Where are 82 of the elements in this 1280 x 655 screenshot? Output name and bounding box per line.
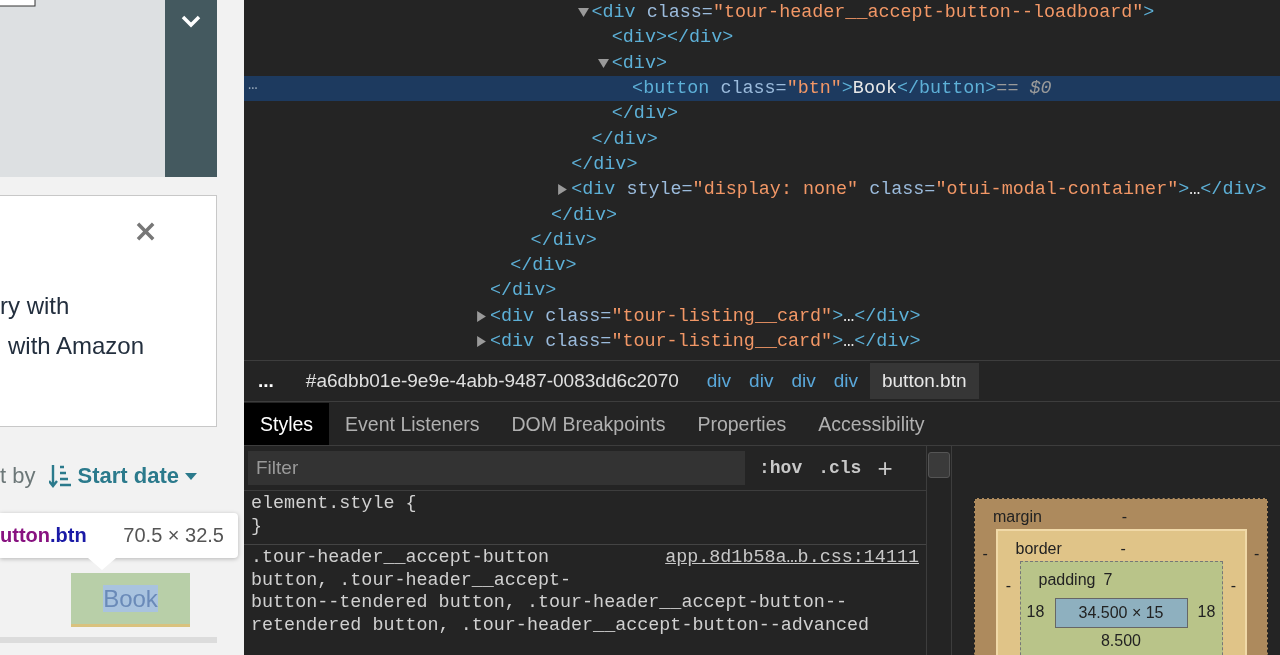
caret-icon (184, 472, 197, 480)
style-rule-text: element.style { (251, 493, 418, 516)
dom-row[interactable]: <div style="display: none" class="otui-modal-container">…</div> (244, 177, 1280, 203)
breadcrumb-item[interactable]: button.btn (870, 363, 979, 399)
rule-selector: button--tendered button, .tour-header__accept-button-- (251, 592, 848, 615)
class-toggle[interactable]: .cls (816, 458, 864, 478)
dom-row[interactable]: </div> (244, 202, 1280, 228)
box-value: 18 (1025, 602, 1046, 621)
dom-code: <div class="tour-listing__card">…</div> (490, 331, 921, 352)
dom-code: <button class="btn">Book</button>== $0 (632, 78, 1052, 100)
box-value: - (1004, 576, 1013, 595)
box-label: padding (1038, 571, 1096, 589)
card-text: ry with (0, 291, 71, 321)
collapsed-triangle-icon[interactable] (476, 336, 487, 347)
new-rule-button[interactable]: + (875, 452, 895, 484)
panel-tab[interactable]: Properties (681, 403, 803, 445)
box-label: margin (993, 508, 1042, 526)
breadcrumb-more[interactable]: ... (252, 363, 280, 399)
dom-code: <div></div> (611, 27, 734, 49)
collapsed-triangle-icon[interactable] (476, 310, 487, 322)
dom-row[interactable]: <div class="tour-header__accept-button--loadboard"> (244, 0, 1280, 26)
dom-row[interactable]: </div> (244, 227, 1280, 253)
rule-selector: retendered button, .tour-header__accept-button--advanced (251, 614, 871, 637)
dom-code: </div> (571, 153, 638, 175)
dom-code: </div> (530, 229, 597, 251)
breadcrumb-item[interactable]: #a6dbb01e-9e9e-4abb-9487-0083dd6c2070 (299, 363, 685, 399)
more-icon[interactable]: … (248, 75, 258, 94)
box-value: - (1120, 540, 1126, 558)
panel-tab[interactable]: Styles (244, 403, 330, 445)
source-link[interactable]: app.8d1b58a…b.css:14111 (665, 547, 919, 570)
dom-code: <div class="tour-header__accept-button--loadboard"> (591, 2, 1155, 24)
style-rule-text: } (251, 515, 264, 538)
hover-state-toggle[interactable]: :hov (757, 458, 805, 478)
dom-code: <div class="tour-listing__card">…</div> (490, 305, 921, 327)
box-value: 7 (1103, 571, 1113, 589)
dom-row[interactable]: </div> (244, 252, 1280, 279)
collapsed-triangle-icon[interactable] (557, 184, 569, 196)
box-value: 18 (1196, 602, 1217, 621)
dom-code: </div> (591, 128, 658, 150)
dom-row[interactable]: <div class="tour-listing__card">…</div> (244, 328, 1280, 355)
box-value: - (1253, 544, 1261, 563)
breadcrumb-item[interactable]: div (743, 363, 780, 399)
rule-selector: .tour-header__accept-button (251, 547, 549, 570)
close-button[interactable]: × (133, 216, 159, 246)
dom-code: </div> (510, 255, 577, 277)
breadcrumb-item[interactable]: div (700, 363, 738, 399)
dom-row[interactable]: </div> (244, 151, 1280, 178)
card-text: with Amazon (7, 331, 146, 361)
sort-label: t by (0, 463, 36, 489)
sort-icon (49, 464, 72, 488)
box-value: - (1229, 576, 1238, 595)
selected-dom-row[interactable]: … <button class="btn">Book</button>== $0 (244, 75, 1280, 102)
box-value: - (1121, 508, 1128, 526)
panel-tab[interactable]: DOM Breakpoints (495, 403, 682, 445)
dom-row[interactable]: </div> (244, 126, 1280, 152)
expanded-triangle-icon[interactable] (597, 57, 609, 69)
rule-selector: button, .tour-header__accept- (251, 569, 573, 592)
element-selector: utton.btn (0, 524, 87, 547)
box-value: - (981, 544, 989, 563)
filter-field[interactable]: Filter (248, 451, 745, 485)
dom-code: </div> (490, 280, 557, 302)
breadcrumb-item[interactable]: div (827, 363, 864, 399)
content-box: 34.500 × 15 (1054, 598, 1188, 628)
breadcrumb-item[interactable]: div (785, 363, 822, 399)
dom-code: </div> (550, 204, 618, 226)
scrollbar-thumb[interactable] (928, 452, 950, 478)
dom-code: <div style="display: none" class="otui-modal-container">…</div> (571, 179, 1267, 201)
element-size: 70.5 × 32.5 (123, 524, 224, 547)
dom-row[interactable]: <div class="tour-listing__card">…</div> (244, 303, 1280, 329)
sort-dropdown[interactable]: Start date (49, 463, 197, 489)
dom-row[interactable]: </div> (244, 278, 1280, 304)
dom-row[interactable]: <div> (244, 50, 1280, 76)
dom-row[interactable]: <div></div> (244, 25, 1280, 51)
panel-tab[interactable]: Accessibility (802, 403, 941, 445)
box-label: border (1015, 540, 1062, 558)
box-value: 8.500 (1099, 631, 1142, 650)
dom-row[interactable]: </div> (244, 101, 1280, 127)
dom-code: </div> (611, 103, 679, 125)
dom-code: <div> (611, 52, 667, 74)
panel-tab[interactable]: Event Listeners (329, 403, 496, 445)
expanded-triangle-icon[interactable] (577, 7, 589, 19)
chevron-down-icon (181, 14, 201, 28)
